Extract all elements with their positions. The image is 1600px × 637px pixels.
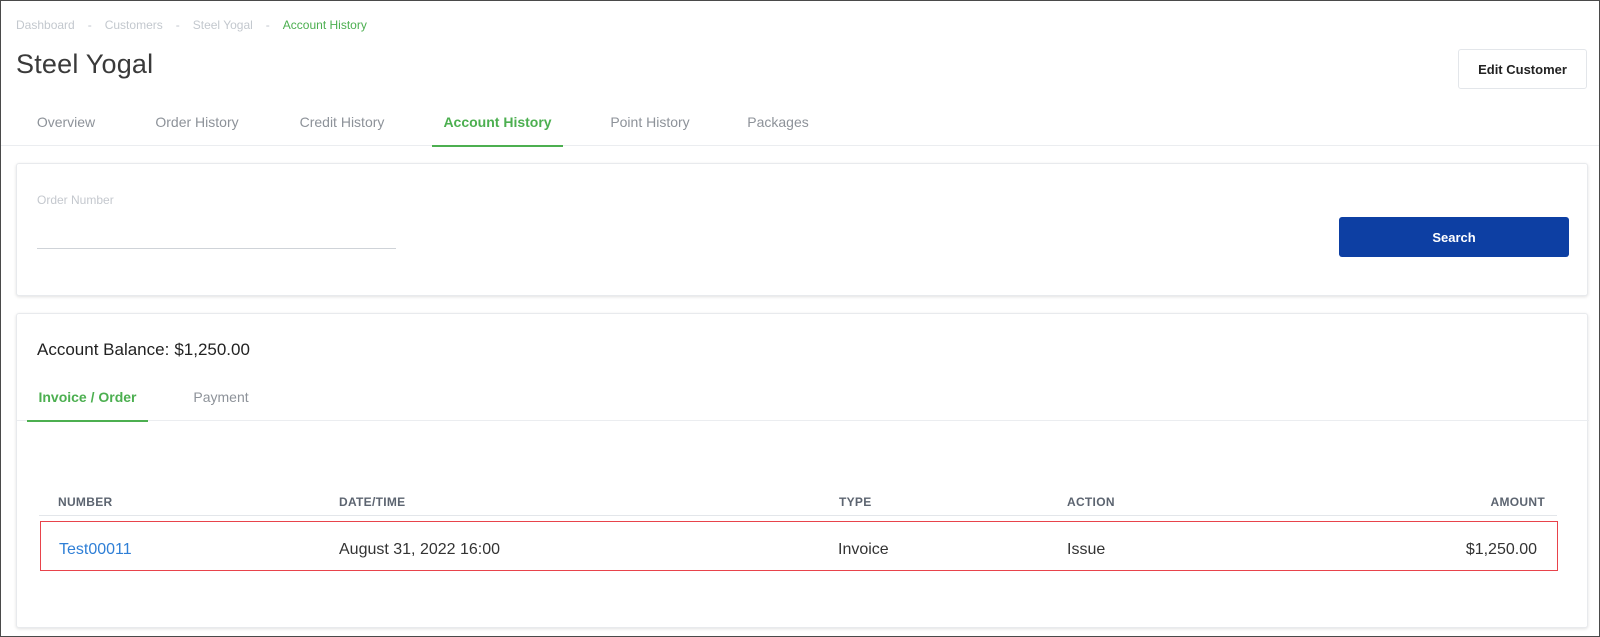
app-frame: Dashboard - Customers - Steel Yogal - Ac… — [0, 0, 1600, 637]
account-balance: Account Balance: $1,250.00 — [37, 340, 250, 360]
tab-invoice-order[interactable]: Invoice / Order — [27, 380, 148, 422]
breadcrumb-customers[interactable]: Customers — [105, 18, 163, 32]
column-header-number[interactable]: NUMBER — [58, 495, 112, 509]
column-header-amount[interactable]: AMOUNT — [1491, 495, 1545, 509]
tab-payment[interactable]: Payment — [185, 380, 257, 421]
column-header-type[interactable]: TYPE — [839, 495, 872, 509]
row-action: Issue — [1067, 541, 1106, 558]
page-title: Steel Yogal — [16, 49, 154, 79]
tab-point-history[interactable]: Point History — [596, 104, 704, 146]
breadcrumb-current: Account History — [282, 18, 367, 32]
sub-tabs: Invoice / Order Payment — [17, 380, 1589, 422]
tab-order-history[interactable]: Order History — [143, 104, 251, 146]
tab-overview[interactable]: Overview — [26, 104, 106, 146]
tab-packages[interactable]: Packages — [738, 104, 818, 146]
column-header-datetime[interactable]: DATE/TIME — [339, 495, 405, 509]
account-balance-value: $1,250.00 — [174, 340, 250, 359]
search-panel: Order Number Search — [16, 163, 1588, 296]
breadcrumb-customer[interactable]: Steel Yogal — [193, 18, 253, 32]
order-number-label: Order Number — [37, 193, 114, 207]
breadcrumb-separator: - — [87, 18, 92, 32]
column-header-action[interactable]: ACTION — [1067, 495, 1115, 509]
tab-credit-history[interactable]: Credit History — [286, 104, 398, 146]
breadcrumb: Dashboard - Customers - Steel Yogal - Ac… — [16, 17, 367, 33]
row-datetime: August 31, 2022 16:00 — [339, 541, 501, 558]
account-panel: Account Balance: $1,250.00 Invoice / Orde… — [16, 313, 1589, 628]
search-button[interactable]: Search — [1339, 217, 1569, 257]
row-amount: $1,250.00 — [1465, 541, 1537, 558]
breadcrumb-dashboard[interactable]: Dashboard — [16, 18, 75, 32]
breadcrumb-separator: - — [175, 18, 180, 32]
tab-account-history[interactable]: Account History — [432, 104, 563, 147]
order-number-link[interactable]: Test00011 — [59, 541, 132, 559]
row-type: Invoice — [838, 541, 889, 558]
breadcrumb-separator: - — [265, 18, 270, 32]
main-tabs: Overview Order History Credit History Ac… — [1, 104, 1599, 147]
account-balance-label: Account Balance: — [37, 340, 170, 359]
order-number-input[interactable] — [37, 216, 396, 249]
table-row[interactable]: Test00011 August 31, 2022 16:00 Invoice … — [40, 521, 1558, 571]
edit-customer-button[interactable]: Edit Customer — [1458, 49, 1587, 89]
table-header: NUMBER DATE/TIME TYPE ACTION AMOUNT — [39, 486, 1557, 516]
